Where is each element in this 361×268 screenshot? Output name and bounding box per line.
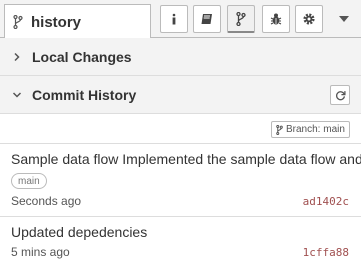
commit-sha[interactable]: ad1402c xyxy=(303,195,349,208)
chevron-down-icon xyxy=(12,91,22,98)
commit-item[interactable]: Updated depedencies 5 mins ago 1cffa88 xyxy=(0,217,361,268)
commit-item[interactable]: Sample data flow Implemented the sample … xyxy=(0,144,361,217)
info-icon xyxy=(172,13,176,25)
local-changes-header[interactable]: Local Changes xyxy=(0,38,361,76)
commit-sha[interactable]: 1cffa88 xyxy=(303,246,349,259)
branch-row: Branch: main xyxy=(0,114,361,144)
section-title: Commit History xyxy=(32,86,137,103)
tab-history[interactable]: history xyxy=(4,4,151,39)
debug-button[interactable] xyxy=(262,5,290,33)
sidebar-header: history xyxy=(0,0,361,39)
gear-icon xyxy=(303,13,315,25)
commit-time: 5 mins ago xyxy=(11,245,70,259)
help-button[interactable] xyxy=(193,5,221,33)
commit-time: Seconds ago xyxy=(11,194,82,208)
caret-down-icon xyxy=(339,16,349,22)
branch-label: Branch: main xyxy=(286,124,345,135)
git-branch-icon xyxy=(276,124,283,135)
branch-ref-badge: main xyxy=(11,173,47,189)
commit-message: Updated depedencies xyxy=(11,224,148,240)
book-icon xyxy=(201,14,212,24)
branch-selector-button[interactable]: Branch: main xyxy=(271,121,350,138)
refresh-button[interactable] xyxy=(330,85,350,105)
refresh-icon xyxy=(335,90,346,100)
commit-history-header[interactable]: Commit History xyxy=(0,76,361,114)
git-button[interactable] xyxy=(227,5,255,33)
menu-button[interactable] xyxy=(330,5,358,33)
info-button[interactable] xyxy=(160,5,188,33)
git-branch-icon xyxy=(13,15,23,29)
settings-button[interactable] xyxy=(295,5,323,33)
chevron-right-icon xyxy=(14,52,20,61)
bug-icon xyxy=(270,13,282,25)
commit-message: Sample data flow Implemented the sample … xyxy=(11,151,361,167)
tab-title: history xyxy=(31,13,82,31)
git-branch-icon xyxy=(236,11,246,26)
section-title: Local Changes xyxy=(32,48,132,65)
